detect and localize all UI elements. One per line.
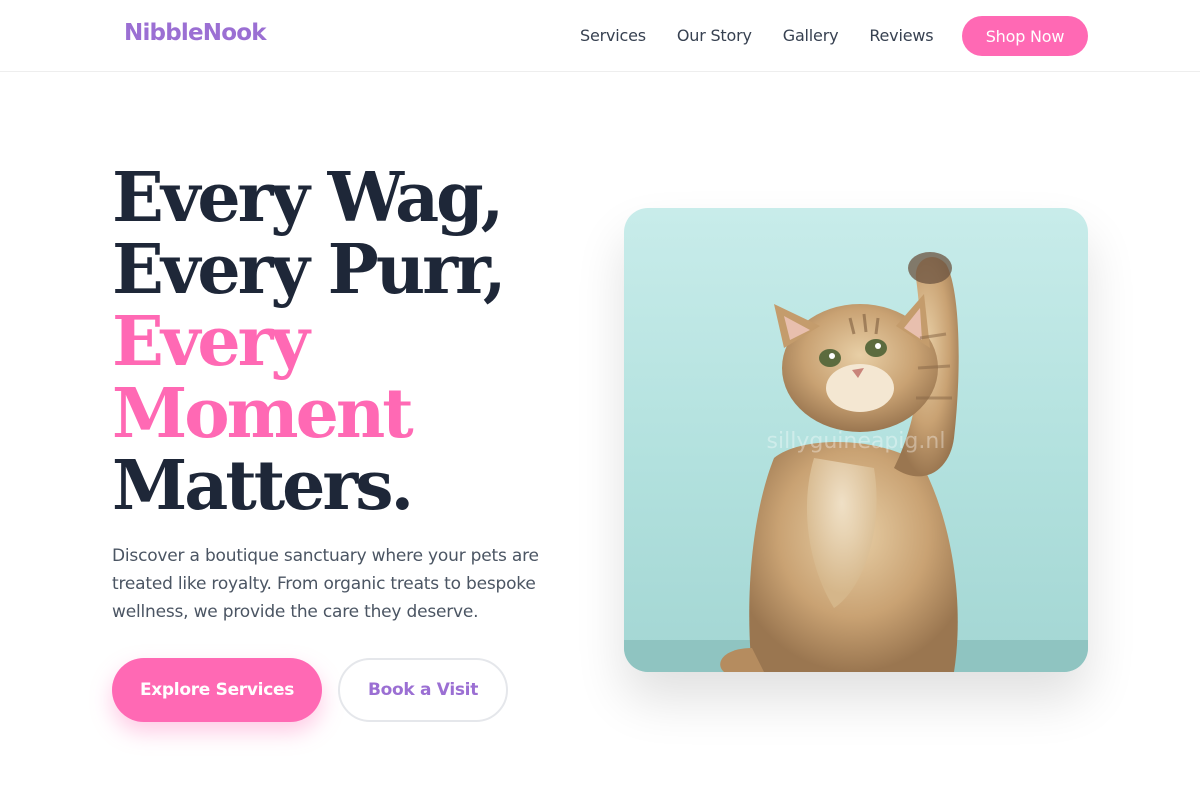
nav-link-our-story[interactable]: Our Story bbox=[677, 24, 752, 48]
image-watermark: sillyguineapig.nl bbox=[767, 429, 946, 454]
headline-line-5: Matters. bbox=[112, 446, 414, 526]
book-visit-button[interactable]: Book a Visit bbox=[338, 658, 508, 722]
headline-line-3: Every bbox=[112, 302, 310, 382]
nav-link-reviews[interactable]: Reviews bbox=[869, 24, 933, 48]
headline-line-2: Every Purr, bbox=[112, 230, 507, 310]
headline-line-1: Every Wag, bbox=[112, 158, 504, 238]
brand-logo[interactable]: NibbleNook bbox=[124, 20, 267, 46]
top-navbar: NibbleNook Services Our Story Gallery Re… bbox=[0, 0, 1200, 72]
hero-kitten-image: sillyguineapig.nl bbox=[624, 208, 1088, 672]
kitten-illustration: sillyguineapig.nl bbox=[624, 252, 1088, 672]
hero-description: Discover a boutique sanctuary where your… bbox=[112, 546, 539, 622]
nav-link-services[interactable]: Services bbox=[580, 24, 646, 48]
hero-headline: Every Wag, Every Purr, Every Moment Matt… bbox=[112, 162, 592, 522]
headline-line-4: Moment bbox=[112, 374, 414, 454]
nav-link-gallery[interactable]: Gallery bbox=[783, 24, 839, 48]
explore-services-button[interactable]: Explore Services bbox=[112, 658, 322, 722]
shop-now-button[interactable]: Shop Now bbox=[962, 16, 1088, 56]
main-nav: Services Our Story Gallery Reviews bbox=[580, 24, 964, 48]
